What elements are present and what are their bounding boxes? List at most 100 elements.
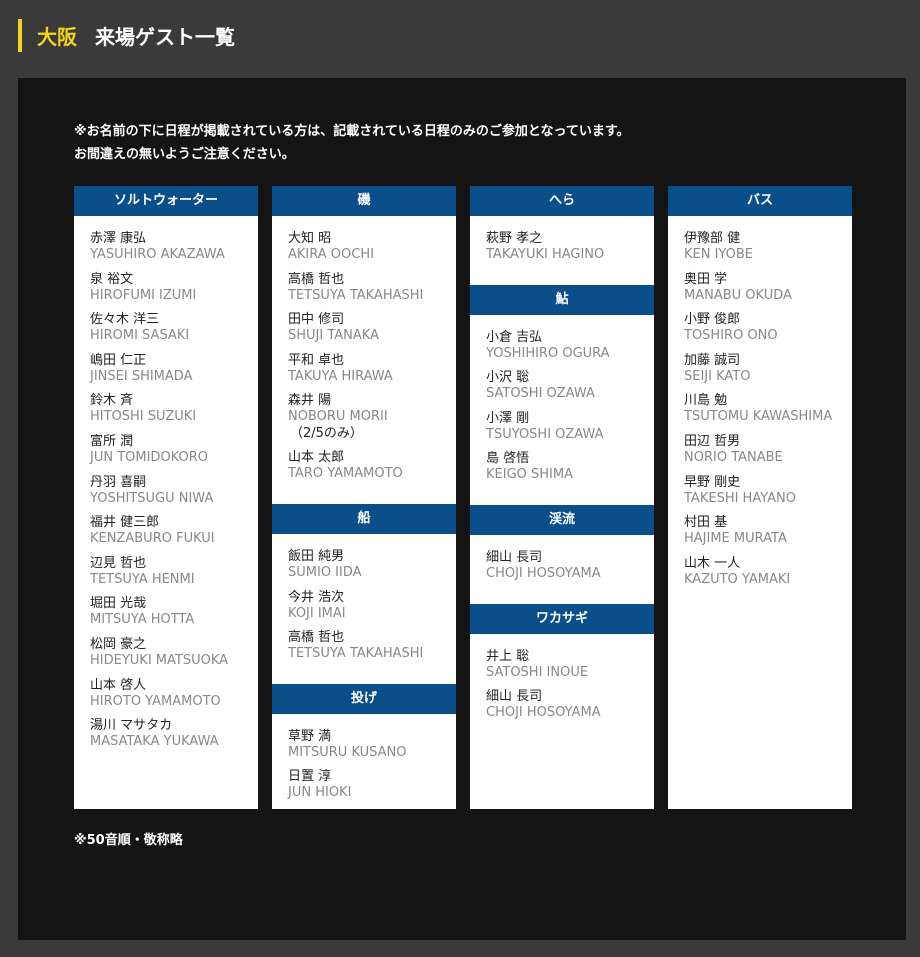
guest-name-jp: 堀田 光哉 <box>90 596 147 612</box>
guest-name-jp: 山木 一人 <box>684 555 741 571</box>
guest-column: バス 伊豫部 健 KEN IYOBE 奥田 学 MANABU OKUDA 小野 俊郎 TOS… <box>668 186 852 809</box>
guest-name-jp: 平和 卓也 <box>288 352 345 368</box>
guest-name-jp: 小沢 聡 <box>486 370 530 386</box>
guest-name-en: YASUHIRO AKAZAWA <box>90 247 225 262</box>
guest-name-jp: 泉 裕文 <box>90 271 134 287</box>
guest-name-jp: 萩野 孝之 <box>486 231 543 246</box>
category-header: 鮎 <box>470 284 654 315</box>
guest-item: 村田 基 HAJIME MURATA <box>684 515 852 556</box>
guest-name-en: NORIO TANABE <box>684 449 783 465</box>
guest-item: 小野 俊郎 TOSHIRO ONO <box>684 312 852 353</box>
page-title: 来場ゲスト一覧 <box>95 25 235 49</box>
category-header: 磯 <box>272 186 456 216</box>
guest-name-en: CHOJI HOSOYAMA <box>486 565 601 581</box>
guest-item: 川島 勉 TSUTOMU KAWASHIMA <box>684 393 852 434</box>
guest-name-en: TSUYOSHI OZAWA <box>486 426 604 442</box>
guest-name-en: TOSHIRO ONO <box>684 328 778 344</box>
guest-list: 細山 長司 CHOJI HOSOYAMA <box>470 535 654 604</box>
guest-name-jp: 田中 修司 <box>288 312 345 328</box>
guest-list: 小倉 吉弘 YOSHIHIRO OGURA 小沢 聡 SATOSHI OZAWA 小澤 … <box>470 315 654 505</box>
guest-name-jp: 田辺 哲男 <box>684 433 741 449</box>
guest-name-en: AKIRA OOCHI <box>288 247 374 262</box>
guest-name-jp: 丹羽 喜嗣 <box>90 474 147 490</box>
guest-name-en: HIROTO YAMAMOTO <box>90 693 221 709</box>
guest-name-en: MITSUYA HOTTA <box>90 612 195 628</box>
category-header: ソルトウォーター <box>74 186 258 216</box>
guest-name-jp: 湯川 マサタカ <box>90 718 173 734</box>
guest-item: 山本 啓人 HIROTO YAMAMOTO <box>90 678 258 719</box>
guest-name-en: MITSURU KUSANO <box>288 744 407 760</box>
guest-name-en: TETSUYA HENMI <box>90 571 195 587</box>
schedule-notice: ※お名前の下に日程が掲載されている方は、記載されている日程のみのご参加となってい… <box>74 120 630 166</box>
guest-name-en: YOSHITSUGU NIWA <box>90 490 214 506</box>
guest-name-en: SEIJI KATO <box>684 368 751 384</box>
guest-name-jp: 山本 太郎 <box>288 450 345 466</box>
guest-item: 泉 裕文 HIROFUMI IZUMI <box>90 272 258 313</box>
city-name: 大阪 <box>37 25 77 49</box>
guest-item: 鈴木 斉 HITOSHI SUZUKI <box>90 393 258 434</box>
guest-item: 細山 長司 CHOJI HOSOYAMA <box>486 689 654 730</box>
guest-item: 嶋田 仁正 JINSEI SHIMADA <box>90 353 258 394</box>
guest-list: 伊豫部 健 KEN IYOBE 奥田 学 MANABU OKUDA 小野 俊郎 TOSHI… <box>668 216 852 609</box>
guest-list: 大知 昭 AKIRA OOCHI 高橋 哲也 TETSUYA TAKAHASHI 田中 … <box>272 216 456 504</box>
category-header: バス <box>668 186 852 216</box>
guest-name-jp: 早野 剛史 <box>684 474 741 490</box>
guest-list: 井上 聡 SATOSHI INOUE 細山 長司 CHOJI HOSOYAMA <box>470 634 654 743</box>
guest-name-jp: 伊豫部 健 <box>684 231 741 246</box>
guest-name-jp: 小野 俊郎 <box>684 312 741 328</box>
guest-name-jp: 赤澤 康弘 <box>90 231 147 246</box>
guest-item: 今井 浩次 KOJI IMAI <box>288 590 456 631</box>
guest-item: 萩野 孝之 TAKAYUKI HAGINO <box>486 231 654 272</box>
guest-name-en: HIROFUMI IZUMI <box>90 287 197 303</box>
category-header: 渓流 <box>470 504 654 535</box>
guest-name-en: KENZABURO FUKUI <box>90 531 215 547</box>
guest-name-jp: 辺見 哲也 <box>90 555 147 571</box>
category-header: ワカサギ <box>470 603 654 634</box>
guest-item: 佐々木 洋三 HIROMI SASAKI <box>90 312 258 353</box>
guest-item: 高橋 哲也 TETSUYA TAKAHASHI <box>288 272 456 313</box>
guest-name-en: TAKUYA HIRAWA <box>288 368 393 384</box>
guest-name-jp: 細山 長司 <box>486 549 543 565</box>
page-header: 大阪 来場ゲスト一覧 <box>18 19 235 52</box>
guest-column: へら 萩野 孝之 TAKAYUKI HAGINO 鮎小倉 吉弘 YOSHIHIRO OG… <box>470 186 654 809</box>
guest-name-jp: 福井 健三郎 <box>90 515 160 531</box>
guest-item: 田中 修司 SHUJI TANAKA <box>288 312 456 353</box>
guest-name-jp: 小澤 剛 <box>486 410 530 426</box>
guest-name-en: HAJIME MURATA <box>684 531 787 547</box>
guest-name-en: KAZUTO YAMAKI <box>684 571 791 587</box>
guest-name-jp: 村田 基 <box>684 515 728 531</box>
guest-name-jp: 高橋 哲也 <box>288 271 345 287</box>
category-header: へら <box>470 186 654 216</box>
guest-item: 奥田 学 MANABU OKUDA <box>684 272 852 313</box>
guest-name-en: SHUJI TANAKA <box>288 328 379 344</box>
guest-name-jp: 富所 潤 <box>90 433 134 449</box>
guest-name-jp: 高橋 哲也 <box>288 630 345 646</box>
guest-name-en: JUN TOMIDOKORO <box>90 449 208 465</box>
guest-name-jp: 加藤 誠司 <box>684 352 741 368</box>
guest-item: 草野 満 MITSURU KUSANO <box>288 729 456 770</box>
guest-item: 早野 剛史 TAKESHI HAYANO <box>684 475 852 516</box>
guest-name-en: TAKESHI HAYANO <box>684 490 796 506</box>
guest-item: 松岡 豪之 HIDEYUKI MATSUOKA <box>90 637 258 678</box>
guest-name-jp: 細山 長司 <box>486 689 543 705</box>
guest-item: 湯川 マサタカ MASATAKA YUKAWA <box>90 718 258 759</box>
guest-name-en: YOSHIHIRO OGURA <box>486 345 610 361</box>
guest-name-en: KEIGO SHIMA <box>486 467 573 483</box>
guest-item: 森井 陽 NOBORU MORII （2/5のみ） <box>288 393 456 450</box>
guest-item: 山本 太郎 TARO YAMAMOTO <box>288 450 456 491</box>
guest-item: 赤澤 康弘 YASUHIRO AKAZAWA <box>90 231 258 272</box>
guest-item: 福井 健三郎 KENZABURO FUKUI <box>90 515 258 556</box>
guest-item: 細山 長司 CHOJI HOSOYAMA <box>486 550 654 591</box>
category-header: 投げ <box>272 683 456 714</box>
guest-name-en: TETSUYA TAKAHASHI <box>288 287 424 303</box>
guest-name-en: HIDEYUKI MATSUOKA <box>90 652 229 668</box>
guest-name-en: TARO YAMAMOTO <box>288 466 403 482</box>
guest-name-en: CHOJI HOSOYAMA <box>486 705 601 721</box>
guest-item: 小澤 剛 TSUYOSHI OZAWA <box>486 411 654 452</box>
guest-name-en: SUMIO IIDA <box>288 564 362 580</box>
guest-name-jp: 佐々木 洋三 <box>90 312 160 328</box>
guest-item: 小沢 聡 SATOSHI OZAWA <box>486 370 654 411</box>
guest-name-jp: 草野 満 <box>288 728 332 744</box>
guest-name-en: NOBORU MORII <box>288 409 388 425</box>
guest-name-jp: 松岡 豪之 <box>90 636 147 652</box>
